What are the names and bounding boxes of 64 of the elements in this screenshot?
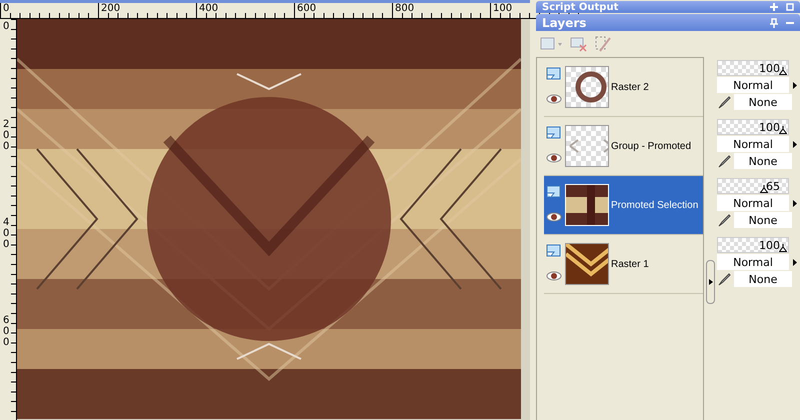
layer-icon[interactable] xyxy=(546,126,562,140)
caret-icon xyxy=(792,140,796,148)
eye-icon[interactable] xyxy=(546,212,562,222)
ruler-label: 0 xyxy=(3,21,10,32)
slider-thumb[interactable] xyxy=(779,126,788,134)
ruler-label: 600 xyxy=(3,315,10,348)
blend-mode-dropdown[interactable]: Normal xyxy=(717,77,789,93)
group-link-dropdown[interactable]: None xyxy=(734,153,792,169)
caret-icon xyxy=(792,82,796,88)
ruler-label: 600 xyxy=(294,3,392,14)
layer-row[interactable]: Group - Promoted xyxy=(544,117,703,176)
expand-arrow-icon xyxy=(708,279,712,285)
palette-expand-handle[interactable] xyxy=(706,260,715,304)
brush-icon xyxy=(717,95,731,109)
layer-row[interactable]: Raster 2 xyxy=(544,58,703,117)
brush-icon xyxy=(717,213,731,227)
layer-name: Raster 1 xyxy=(611,258,649,270)
blend-mode-dropdown[interactable]: Normal xyxy=(717,136,789,152)
group-link-dropdown[interactable]: None xyxy=(734,212,792,228)
layer-thumbnail xyxy=(565,125,609,167)
opacity-value: 100 xyxy=(759,120,780,134)
slider-thumb[interactable] xyxy=(760,185,768,193)
layer-row[interactable]: Promoted Selection xyxy=(544,176,703,235)
ruler-label: 400 xyxy=(3,217,10,250)
brush-icon xyxy=(717,154,731,168)
slider-thumb[interactable] xyxy=(779,67,788,75)
ruler-label: 400 xyxy=(196,3,294,14)
brush-icon xyxy=(717,272,731,286)
opacity-slider[interactable]: 100 xyxy=(717,119,789,135)
layer-thumbnail xyxy=(565,184,609,226)
opacity-value: 100 xyxy=(759,238,780,252)
maximize-icon[interactable] xyxy=(786,3,794,11)
layer-name: Group - Promoted xyxy=(611,140,692,152)
layer-name: Raster 2 xyxy=(611,82,649,92)
minimize-icon[interactable] xyxy=(786,20,794,24)
caret-icon xyxy=(792,200,796,206)
layer-name: Promoted Selection xyxy=(611,200,698,210)
layer-icon[interactable] xyxy=(546,244,562,258)
layer-row[interactable]: Raster 1 xyxy=(544,235,703,294)
ruler-label: 200 xyxy=(98,3,196,14)
ruler-label: 0 xyxy=(0,3,98,14)
blend-mode-dropdown[interactable]: Normal xyxy=(717,195,789,211)
ruler-label: 200 xyxy=(3,119,10,152)
group-link-dropdown[interactable]: None xyxy=(734,271,792,287)
eye-icon[interactable] xyxy=(546,270,562,280)
group-link-dropdown[interactable]: None xyxy=(734,94,792,110)
plus-icon[interactable] xyxy=(770,3,778,11)
opacity-slider[interactable]: 65 xyxy=(717,178,789,194)
layer-thumbnail xyxy=(565,243,609,285)
panel-title: Layers xyxy=(542,16,586,30)
layer-icon[interactable] xyxy=(546,66,562,80)
blend-mode-dropdown[interactable]: Normal xyxy=(717,254,789,270)
opacity-slider[interactable]: 100 xyxy=(717,237,789,253)
eye-icon[interactable] xyxy=(546,94,562,104)
pin-icon[interactable] xyxy=(770,18,778,28)
ruler-label: 800 xyxy=(392,3,490,14)
layer-icon[interactable] xyxy=(546,184,562,198)
slider-thumb[interactable] xyxy=(779,244,788,252)
caret-icon xyxy=(792,258,796,266)
opacity-value: 100 xyxy=(759,62,780,74)
opacity-value: 65 xyxy=(766,180,780,192)
opacity-slider[interactable]: 100 xyxy=(717,60,789,76)
layer-thumbnail xyxy=(565,66,609,108)
eye-icon[interactable] xyxy=(546,152,562,162)
